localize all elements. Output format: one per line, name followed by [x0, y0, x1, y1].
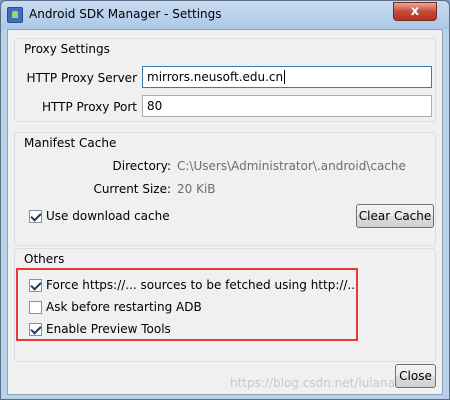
use-download-cache-checkbox[interactable]: Use download cache — [29, 209, 170, 223]
current-size-label: Current Size: — [93, 182, 171, 196]
http-proxy-port-input[interactable]: 80 — [142, 95, 432, 117]
close-button[interactable]: Close — [395, 364, 436, 388]
text-caret — [284, 70, 286, 84]
http-proxy-server-label: HTTP Proxy Server — [26, 71, 137, 85]
http-proxy-port-value: 80 — [147, 99, 163, 113]
window-close-button[interactable]: x — [393, 2, 437, 21]
others-title: Others — [24, 252, 65, 266]
http-proxy-server-input[interactable]: mirrors.neusoft.edu.cn — [142, 66, 432, 88]
manifest-cache-group: Manifest Cache Directory: C:\Users\Admin… — [14, 132, 436, 246]
highlight-box — [16, 268, 358, 341]
directory-label: Directory: — [112, 159, 171, 173]
settings-window: Android SDK Manager - Settings x Proxy S… — [0, 0, 450, 400]
directory-value: C:\Users\Administrator\.android\cache — [177, 159, 406, 173]
watermark-text: https://blog.csdn.net/lulanao — [230, 376, 403, 390]
clear-cache-button[interactable]: Clear Cache — [356, 204, 434, 228]
dialog-body: Proxy Settings HTTP Proxy Server mirrors… — [7, 29, 443, 395]
http-proxy-server-value: mirrors.neusoft.edu.cn — [147, 70, 284, 84]
use-download-cache-label: Use download cache — [46, 209, 170, 223]
window-title: Android SDK Manager - Settings — [29, 7, 222, 21]
manifest-cache-title: Manifest Cache — [24, 136, 117, 150]
android-sdk-icon — [7, 7, 23, 23]
title-bar[interactable]: Android SDK Manager - Settings x — [1, 1, 449, 29]
close-icon: x — [410, 4, 420, 19]
proxy-settings-title: Proxy Settings — [24, 42, 110, 56]
current-size-value: 20 KiB — [177, 182, 216, 196]
http-proxy-port-label: HTTP Proxy Port — [42, 100, 137, 114]
proxy-settings-group: Proxy Settings HTTP Proxy Server mirrors… — [14, 38, 436, 122]
use-download-cache-check[interactable] — [29, 209, 42, 223]
